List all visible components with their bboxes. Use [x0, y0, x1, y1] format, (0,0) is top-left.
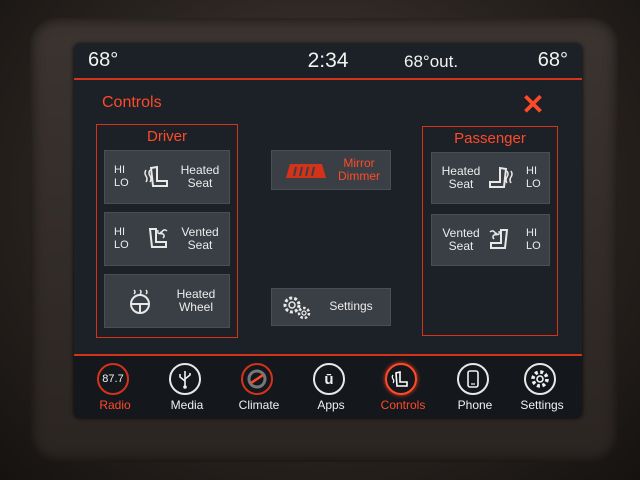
clock: 2:34 — [307, 49, 349, 72]
climate-icon — [241, 363, 273, 395]
lo-label: LO — [526, 240, 541, 252]
infotainment-screen: 68° 2:34 68°out. 68° Controls ✕ Driver H… — [74, 44, 582, 418]
mirror-icon — [286, 164, 326, 178]
close-icon[interactable]: ✕ — [520, 91, 546, 119]
apps-icon: ū — [313, 363, 345, 395]
passenger-temp[interactable]: 68° — [538, 49, 568, 72]
mirror-dimmer-button[interactable]: Mirror Dimmer — [271, 150, 391, 190]
lo-label: LO — [114, 239, 129, 251]
page-title: Controls — [102, 94, 162, 111]
nav-media[interactable]: Media — [155, 360, 219, 418]
heated-wheel-icon — [130, 289, 150, 314]
wheel-label: Wheel — [178, 300, 213, 314]
nav-climate-label: Climate — [238, 398, 280, 412]
lo-label: LO — [114, 177, 129, 189]
hi-label: HI — [114, 226, 125, 238]
status-divider — [74, 78, 582, 80]
settings-button[interactable]: Settings — [271, 288, 391, 326]
driver-heated-seat-button[interactable]: HI LO Heated Seat — [104, 150, 230, 204]
bottom-nav: 87.7 Radio Media Climate ū Apps Controls — [74, 356, 582, 418]
nav-settings-label: Settings — [520, 398, 564, 412]
heated-wheel-button[interactable]: Heated Wheel — [104, 274, 230, 328]
hi-label: HI — [526, 227, 537, 239]
nav-media-label: Media — [170, 398, 204, 412]
passenger-heated-seat-button[interactable]: Heated Seat HI LO — [431, 152, 550, 204]
driver-vented-seat-button[interactable]: HI LO Vented Seat — [104, 212, 230, 266]
nav-controls-label: Controls — [380, 398, 426, 412]
phone-icon — [457, 363, 489, 395]
nav-radio-label: Radio — [99, 398, 131, 412]
nav-controls[interactable]: Controls — [371, 360, 435, 418]
vented-seat-icon — [148, 228, 168, 248]
hi-label: HI — [114, 164, 125, 176]
vented-seat-icon — [489, 229, 509, 249]
seat-label: Seat — [448, 239, 474, 253]
nav-apps[interactable]: ū Apps — [299, 360, 363, 418]
gears-icon — [283, 296, 311, 320]
settings-label: Settings — [329, 299, 373, 313]
passenger-vented-seat-button[interactable]: Vented Seat HI LO — [431, 214, 550, 266]
radio-icon: 87.7 — [97, 363, 129, 395]
lo-label: LO — [526, 178, 541, 190]
seat-label: Seat — [448, 177, 474, 191]
nav-climate[interactable]: Climate — [227, 360, 291, 418]
hi-label: HI — [526, 165, 537, 177]
dimmer-label: Dimmer — [338, 169, 380, 183]
nav-phone[interactable]: Phone — [443, 360, 507, 418]
nav-apps-label: Apps — [317, 398, 345, 412]
nav-radio[interactable]: 87.7 Radio — [83, 360, 147, 418]
gear-icon — [524, 363, 556, 395]
heated-seat-icon — [144, 165, 168, 187]
driver-panel-title: Driver — [147, 128, 187, 145]
seat-label: Seat — [187, 176, 213, 190]
usb-icon — [169, 363, 201, 395]
nav-phone-label: Phone — [457, 398, 493, 412]
heated-seat-icon — [489, 166, 513, 188]
passenger-panel-title: Passenger — [454, 130, 526, 147]
outside-temp: 68°out. — [404, 52, 459, 71]
nav-settings[interactable]: Settings — [510, 360, 574, 418]
controls-icon — [385, 363, 417, 395]
status-bar: 68° 2:34 68°out. 68° — [74, 44, 582, 78]
seat-label: Seat — [187, 238, 213, 252]
